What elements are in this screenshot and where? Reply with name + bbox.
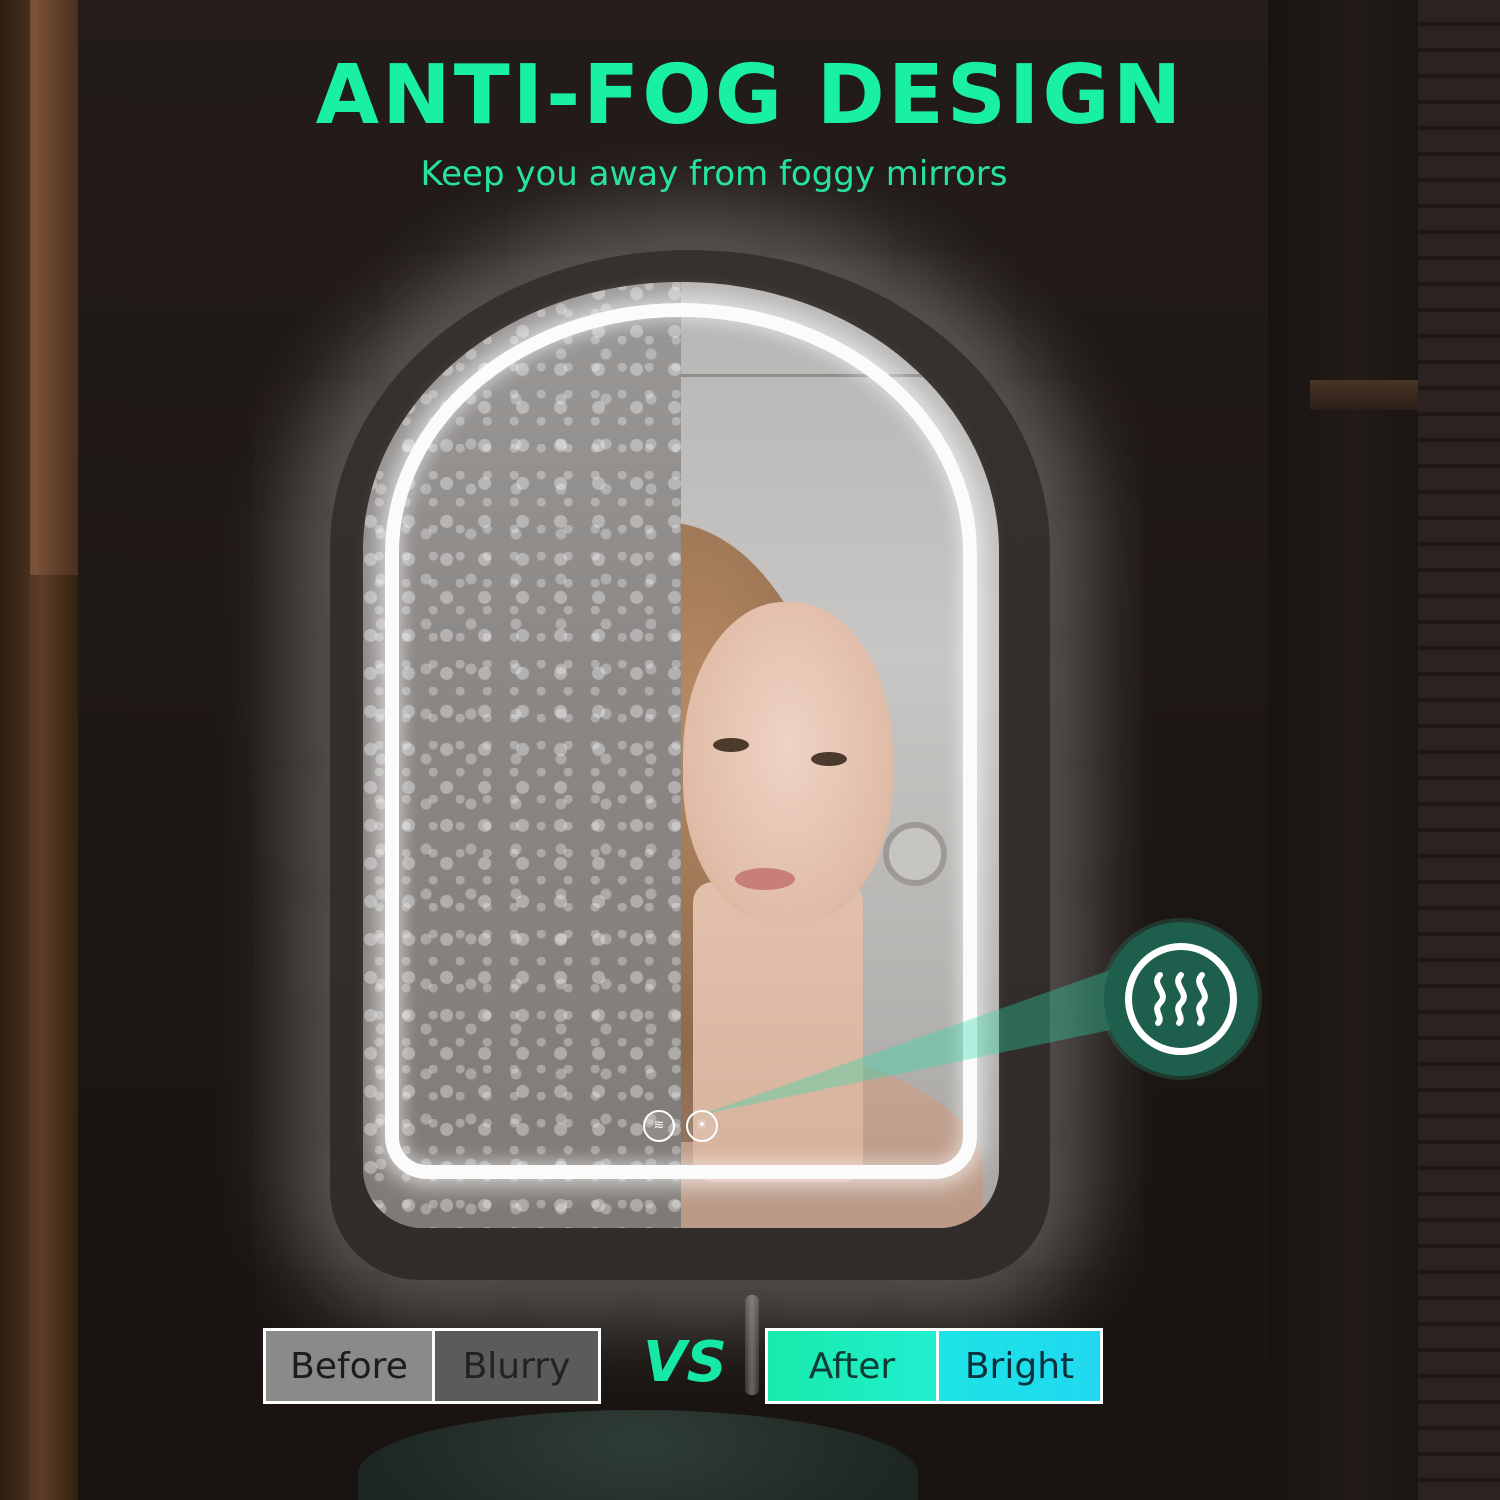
- before-label: Before: [266, 1331, 435, 1401]
- vs-label: VS: [643, 1330, 727, 1395]
- after-comparison-box: After Bright: [765, 1328, 1103, 1404]
- defog-callout-badge: [1104, 922, 1258, 1076]
- defog-touch-button[interactable]: ≋: [643, 1110, 675, 1142]
- page-subtitle: Keep you away from foggy mirrors: [420, 154, 1008, 194]
- light-bulb-icon: ☀: [696, 1118, 708, 1133]
- before-comparison-box: Before Blurry: [263, 1328, 601, 1404]
- bathroom-scene: ≋ ☀ ANTI-FOG DESIGN Keep you away from f…: [0, 0, 1500, 1500]
- defog-callout-ring: [1125, 943, 1237, 1055]
- defog-icon: ≋: [653, 1118, 665, 1133]
- before-state: Blurry: [435, 1331, 598, 1401]
- after-state: Bright: [939, 1331, 1100, 1401]
- callout-beam: [700, 970, 1110, 1115]
- after-label: After: [768, 1331, 939, 1401]
- light-touch-button[interactable]: ☀: [686, 1110, 718, 1142]
- callout-beam-shape: [700, 970, 1110, 1115]
- page-title: ANTI-FOG DESIGN: [315, 48, 1185, 143]
- defog-icon: [1154, 972, 1208, 1026]
